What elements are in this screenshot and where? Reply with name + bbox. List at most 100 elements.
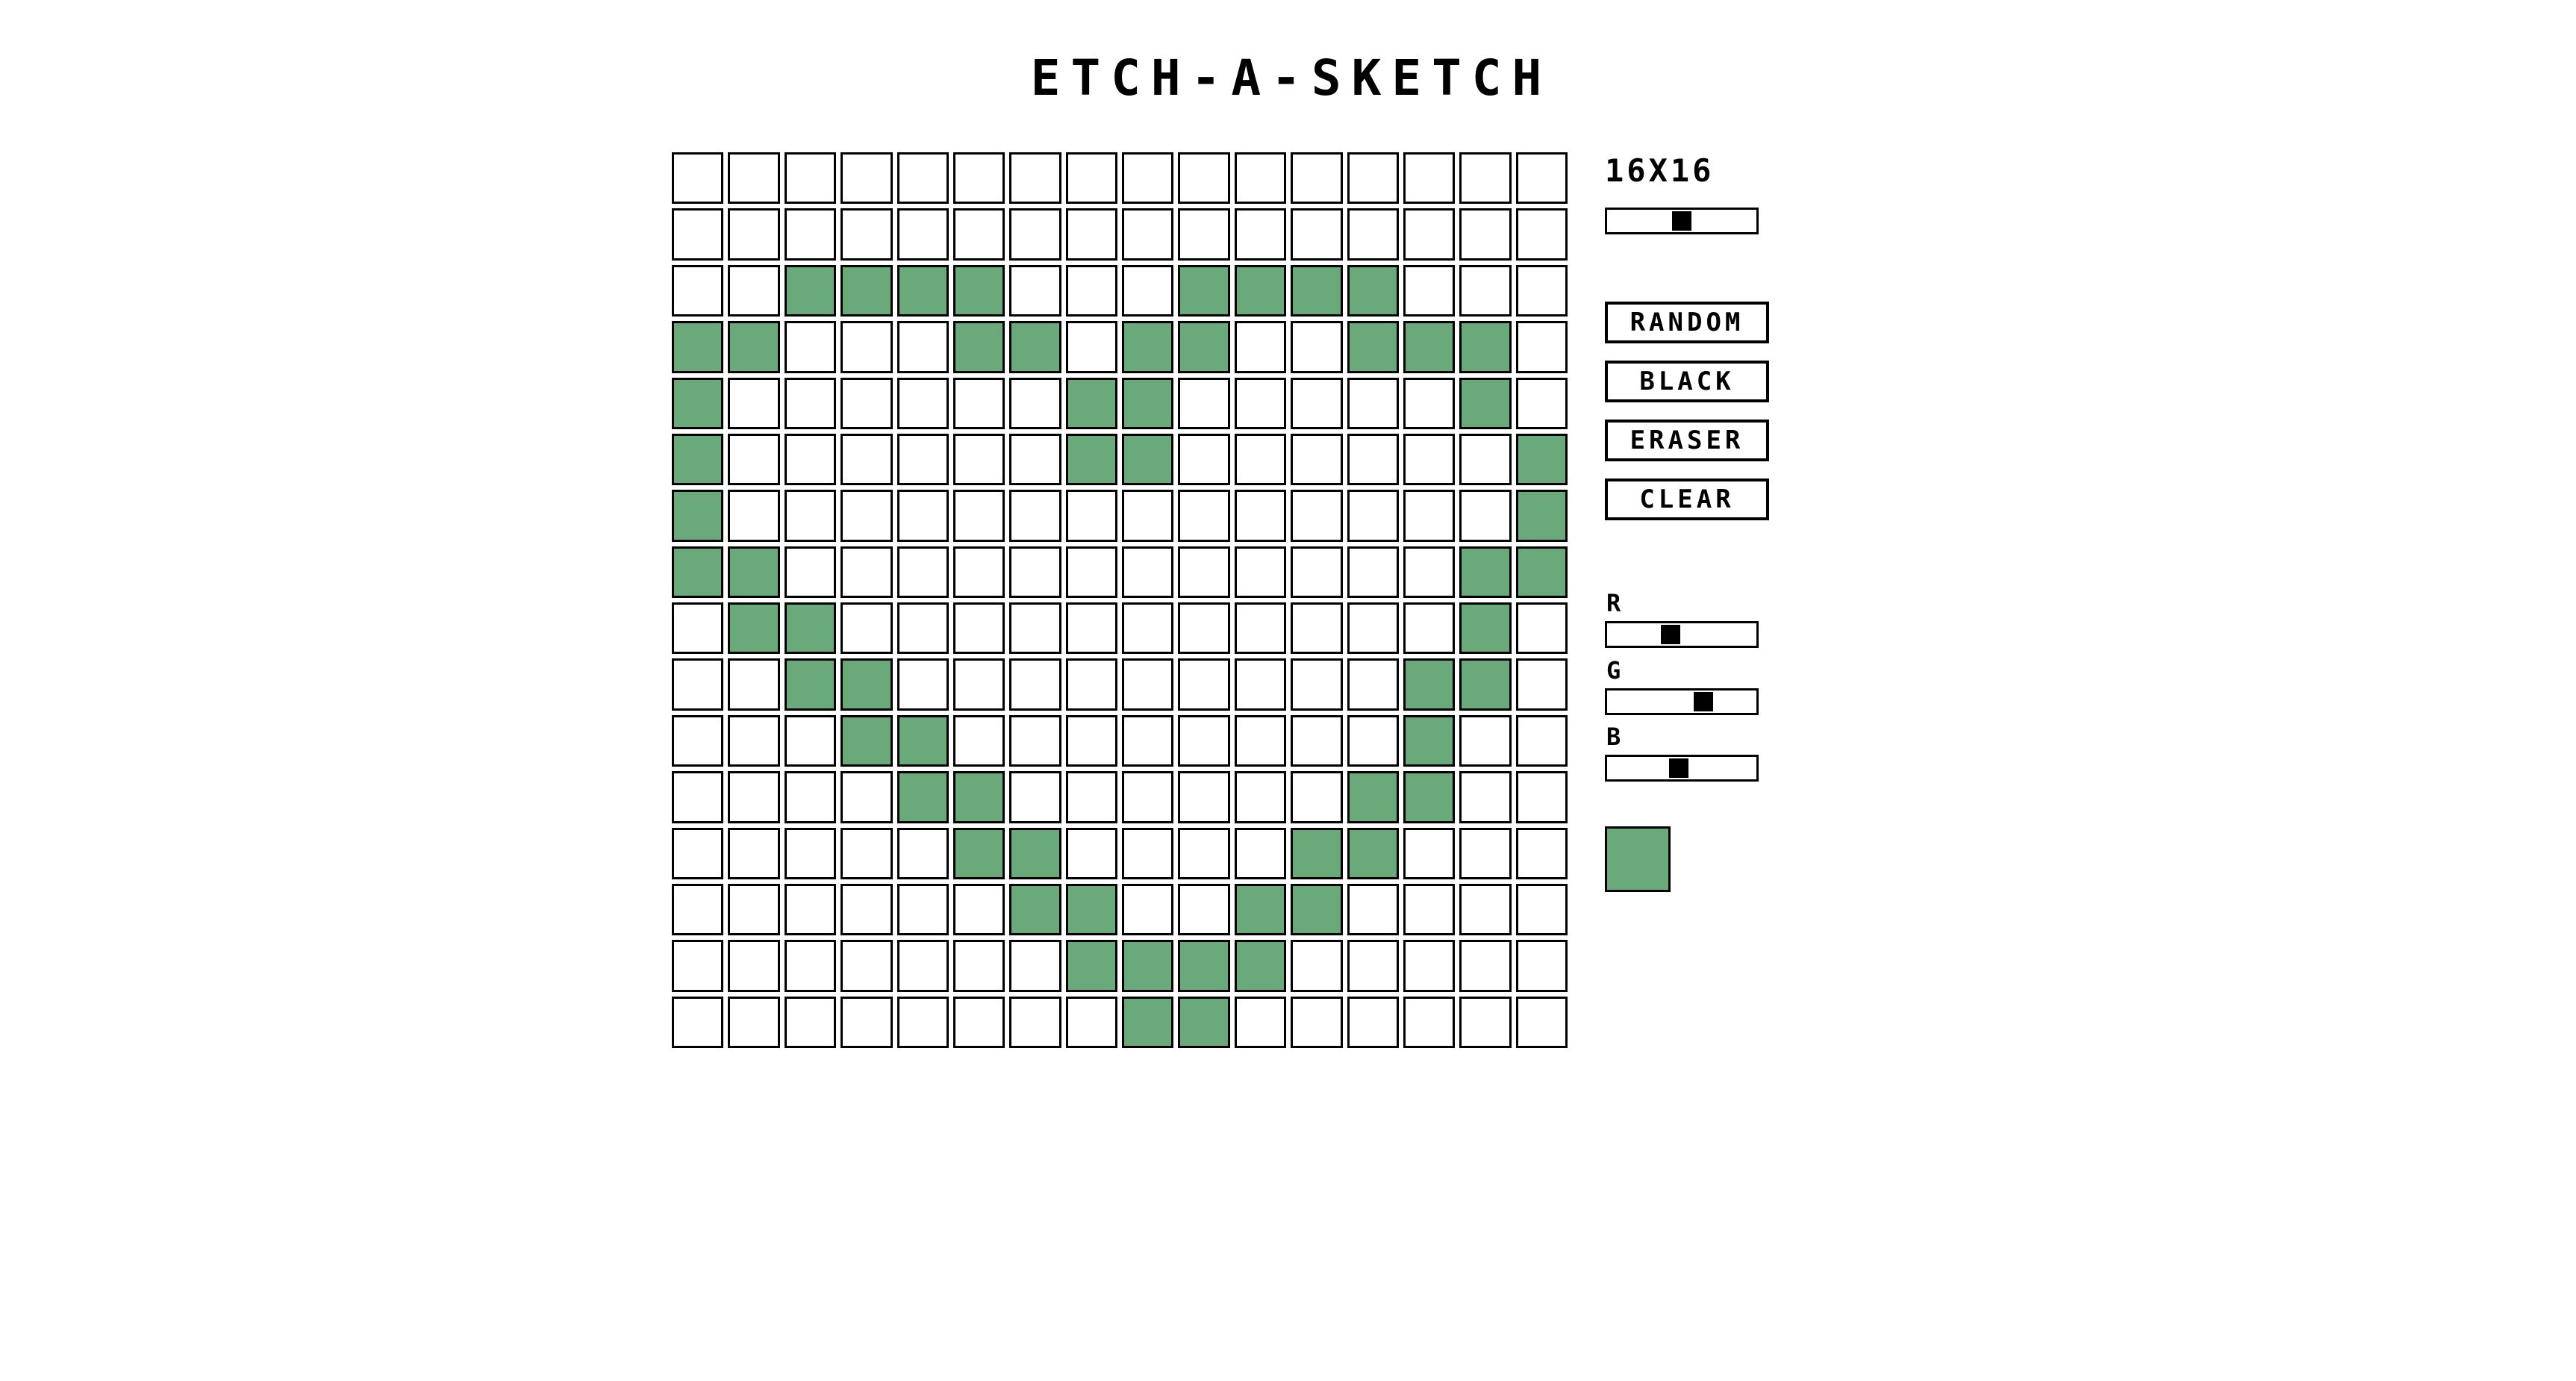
grid-cell[interactable] <box>1403 433 1456 486</box>
grid-cell[interactable] <box>1065 433 1117 486</box>
grid-cell[interactable] <box>1291 658 1343 711</box>
grid-cell[interactable] <box>1234 602 1287 655</box>
grid-cell[interactable] <box>728 152 780 205</box>
grid-cell[interactable] <box>1403 377 1456 429</box>
grid-cell[interactable] <box>1122 714 1174 767</box>
grid-cell[interactable] <box>841 433 893 486</box>
grid-cell[interactable] <box>896 377 949 429</box>
grid-cell[interactable] <box>784 152 837 205</box>
grid-cell[interactable] <box>1234 546 1287 598</box>
grid-cell[interactable] <box>1009 490 1061 542</box>
grid-cell[interactable] <box>1122 996 1174 1048</box>
grid-cell[interactable] <box>1178 827 1230 879</box>
grid-cell[interactable] <box>841 208 893 261</box>
grid-cell[interactable] <box>1515 433 1568 486</box>
grid-cell[interactable] <box>1291 546 1343 598</box>
grid-cell[interactable] <box>1178 940 1230 992</box>
grid-cell[interactable] <box>1347 264 1399 317</box>
grid-cell[interactable] <box>784 546 837 598</box>
grid-cell[interactable] <box>672 208 724 261</box>
grid-cell[interactable] <box>1009 208 1061 261</box>
grid-cell[interactable] <box>1009 377 1061 429</box>
eraser-button[interactable]: ERASER <box>1605 420 1769 461</box>
grid-cell[interactable] <box>841 771 893 823</box>
grid-cell[interactable] <box>1515 264 1568 317</box>
grid-cell[interactable] <box>1291 996 1343 1048</box>
grid-cell[interactable] <box>1234 996 1287 1048</box>
grid-cell[interactable] <box>841 546 893 598</box>
grid-cell[interactable] <box>841 658 893 711</box>
grid-cell[interactable] <box>1178 996 1230 1048</box>
grid-cell[interactable] <box>1009 602 1061 655</box>
grid-cell[interactable] <box>1234 264 1287 317</box>
grid-cell[interactable] <box>1347 433 1399 486</box>
grid-cell[interactable] <box>841 377 893 429</box>
grid-cell[interactable] <box>896 658 949 711</box>
grid-cell[interactable] <box>1403 602 1456 655</box>
grid-cell[interactable] <box>952 771 1005 823</box>
grid-cell[interactable] <box>784 433 837 486</box>
grid-cell[interactable] <box>728 433 780 486</box>
grid-cell[interactable] <box>952 321 1005 373</box>
grid-cell[interactable] <box>1234 827 1287 879</box>
grid-cell[interactable] <box>1515 996 1568 1048</box>
grid-cell[interactable] <box>1234 152 1287 205</box>
grid-cell[interactable] <box>1178 152 1230 205</box>
grid-cell[interactable] <box>1234 377 1287 429</box>
grid-cell[interactable] <box>672 883 724 936</box>
clear-button[interactable]: CLEAR <box>1605 478 1769 520</box>
grid-cell[interactable] <box>728 208 780 261</box>
grid-cell[interactable] <box>1122 827 1174 879</box>
red-slider-thumb[interactable] <box>1661 625 1680 644</box>
grid-cell[interactable] <box>896 714 949 767</box>
grid-cell[interactable] <box>1065 602 1117 655</box>
grid-cell[interactable] <box>896 321 949 373</box>
grid-cell[interactable] <box>1515 152 1568 205</box>
grid-cell[interactable] <box>1291 321 1343 373</box>
grid-cell[interactable] <box>1459 377 1512 429</box>
grid-cell[interactable] <box>1347 714 1399 767</box>
grid-cell[interactable] <box>728 827 780 879</box>
grid-cell[interactable] <box>1347 602 1399 655</box>
grid-cell[interactable] <box>1347 996 1399 1048</box>
grid-cell[interactable] <box>1515 714 1568 767</box>
grid-cell[interactable] <box>841 714 893 767</box>
grid-cell[interactable] <box>1291 433 1343 486</box>
grid-cell[interactable] <box>1403 658 1456 711</box>
grid-cell[interactable] <box>1065 152 1117 205</box>
grid-cell[interactable] <box>896 264 949 317</box>
grid-cell[interactable] <box>896 996 949 1048</box>
grid-cell[interactable] <box>1234 490 1287 542</box>
grid-cell[interactable] <box>1009 996 1061 1048</box>
grid-cell[interactable] <box>841 883 893 936</box>
grid-cell[interactable] <box>1065 658 1117 711</box>
grid-cell[interactable] <box>1515 602 1568 655</box>
grid-cell[interactable] <box>1234 771 1287 823</box>
green-slider-thumb[interactable] <box>1694 692 1713 711</box>
grid-cell[interactable] <box>1065 940 1117 992</box>
grid-cell[interactable] <box>1122 883 1174 936</box>
grid-cell[interactable] <box>1291 940 1343 992</box>
grid-cell[interactable] <box>1459 208 1512 261</box>
grid-cell[interactable] <box>784 827 837 879</box>
grid-cell[interactable] <box>1459 602 1512 655</box>
grid-cell[interactable] <box>1347 940 1399 992</box>
grid-cell[interactable] <box>1403 996 1456 1048</box>
grid-cell[interactable] <box>1065 490 1117 542</box>
random-button[interactable]: RANDOM <box>1605 302 1769 343</box>
grid-cell[interactable] <box>1459 321 1512 373</box>
grid-cell[interactable] <box>896 490 949 542</box>
grid-cell[interactable] <box>1178 377 1230 429</box>
grid-cell[interactable] <box>1515 490 1568 542</box>
grid-cell[interactable] <box>728 264 780 317</box>
grid-cell[interactable] <box>1178 433 1230 486</box>
grid-cell[interactable] <box>1347 152 1399 205</box>
grid-cell[interactable] <box>896 940 949 992</box>
grid-cell[interactable] <box>1009 546 1061 598</box>
grid-cell[interactable] <box>1291 602 1343 655</box>
grid-cell[interactable] <box>952 658 1005 711</box>
grid-cell[interactable] <box>1122 602 1174 655</box>
grid-cell[interactable] <box>1009 152 1061 205</box>
grid-cell[interactable] <box>841 602 893 655</box>
grid-cell[interactable] <box>1347 771 1399 823</box>
